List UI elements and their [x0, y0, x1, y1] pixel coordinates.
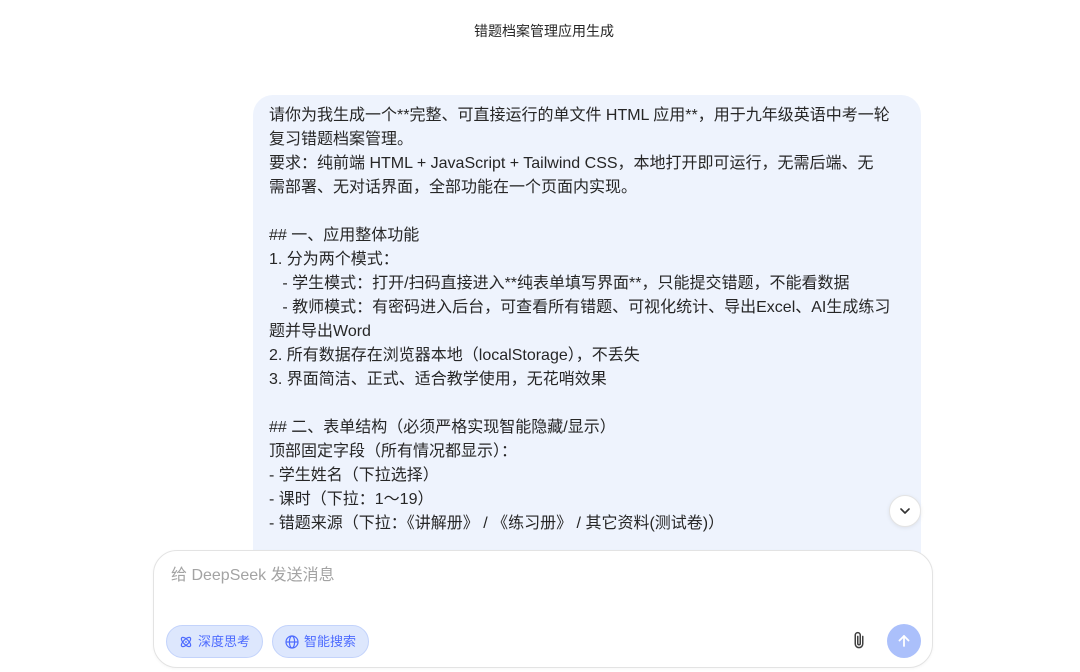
message-line: 请你为我生成一个**完整、可直接运行的单文件 HTML 应用**，用于九年级英语…: [269, 107, 890, 124]
message-line: 题并导出Word: [269, 323, 371, 340]
send-button[interactable]: [887, 624, 921, 658]
message-line: 1. 分为两个模式：: [269, 251, 399, 268]
message-input[interactable]: [171, 564, 911, 612]
deep-think-icon: [179, 635, 193, 649]
message-line: ## 二、表单结构（必须严格实现智能隐藏/显示）: [269, 419, 616, 436]
deep-think-toggle[interactable]: 深度思考: [166, 625, 264, 658]
message-composer: 深度思考 智能搜索: [153, 550, 933, 668]
message-line: 复习错题档案管理。: [269, 131, 414, 148]
user-message-bubble: 请你为我生成一个**完整、可直接运行的单文件 HTML 应用**，用于九年级英语…: [253, 95, 921, 584]
message-line: [269, 392, 905, 416]
attach-file-button[interactable]: [849, 631, 869, 651]
message-line: [269, 200, 905, 224]
web-search-toggle[interactable]: 智能搜索: [272, 625, 370, 658]
deep-think-label: 深度思考: [198, 633, 251, 649]
chat-app: 错题档案管理应用生成 请你为我生成一个**完整、可直接运行的单文件 HTML 应…: [0, 0, 1080, 672]
message-line: - 错题来源（下拉：《讲解册》 / 《练习册》 / 其它资料(测试卷)）: [269, 515, 725, 532]
scroll-to-bottom-button[interactable]: [889, 495, 921, 527]
message-line: 2. 所有数据存在浏览器本地（localStorage），不丢失: [269, 347, 640, 364]
message-line: 要求：纯前端 HTML + JavaScript + Tailwind CSS，…: [269, 155, 874, 172]
message-line: 3. 界面简洁、正式、适合教学使用，无花哨效果: [269, 371, 607, 388]
message-line: 需部署、无对话界面，全部功能在一个页面内实现。: [269, 179, 638, 196]
message-line: - 教师模式：有密码进入后台，可查看所有错题、可视化统计、导出Excel、AI生…: [269, 299, 891, 316]
message-line: - 课时（下拉：1～19）: [269, 491, 434, 508]
arrow-up-icon: [898, 635, 910, 647]
chevron-down-icon: [900, 508, 910, 514]
globe-icon: [285, 634, 299, 649]
message-line: 顶部固定字段（所有情况都显示）：: [269, 443, 518, 460]
message-line: ## 一、应用整体功能: [269, 227, 420, 244]
web-search-label: 智能搜索: [304, 633, 357, 649]
message-line: - 学生姓名（下拉选择）: [269, 467, 439, 484]
conversation-title: 错题档案管理应用生成: [474, 23, 614, 39]
paperclip-icon: [854, 631, 864, 649]
message-line: - 学生模式：打开/扫码直接进入**纯表单填写界面**，只能提交错题，不能看数据: [269, 275, 850, 292]
